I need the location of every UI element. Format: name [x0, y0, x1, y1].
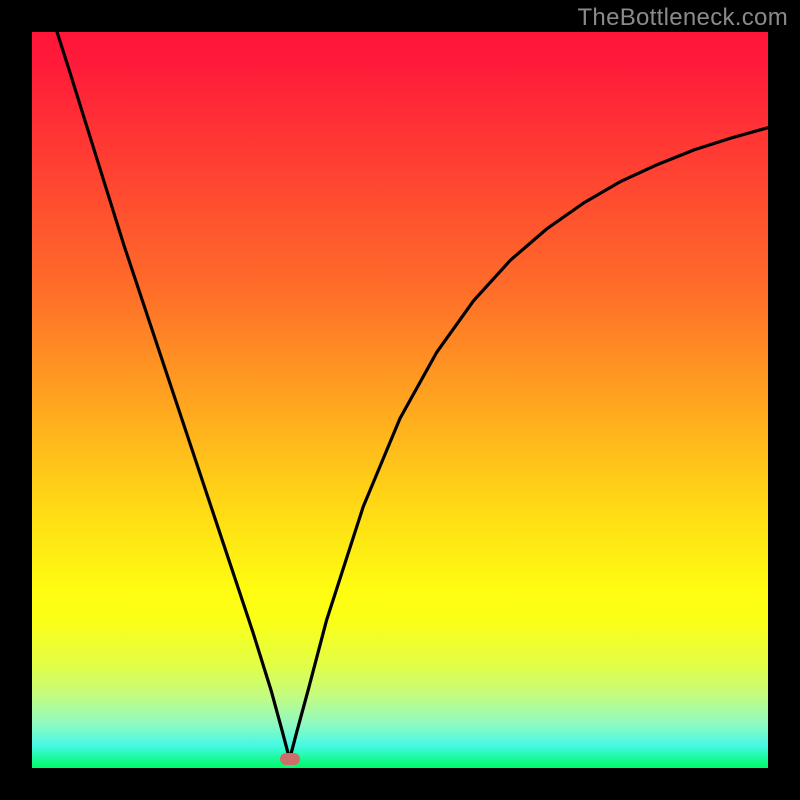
- bottleneck-curve: [57, 32, 768, 759]
- plot-area: [32, 32, 768, 768]
- chart-frame: TheBottleneck.com: [0, 0, 800, 800]
- watermark-text: TheBottleneck.com: [577, 4, 788, 32]
- curve-svg: [32, 32, 768, 768]
- minimum-marker: [280, 753, 300, 765]
